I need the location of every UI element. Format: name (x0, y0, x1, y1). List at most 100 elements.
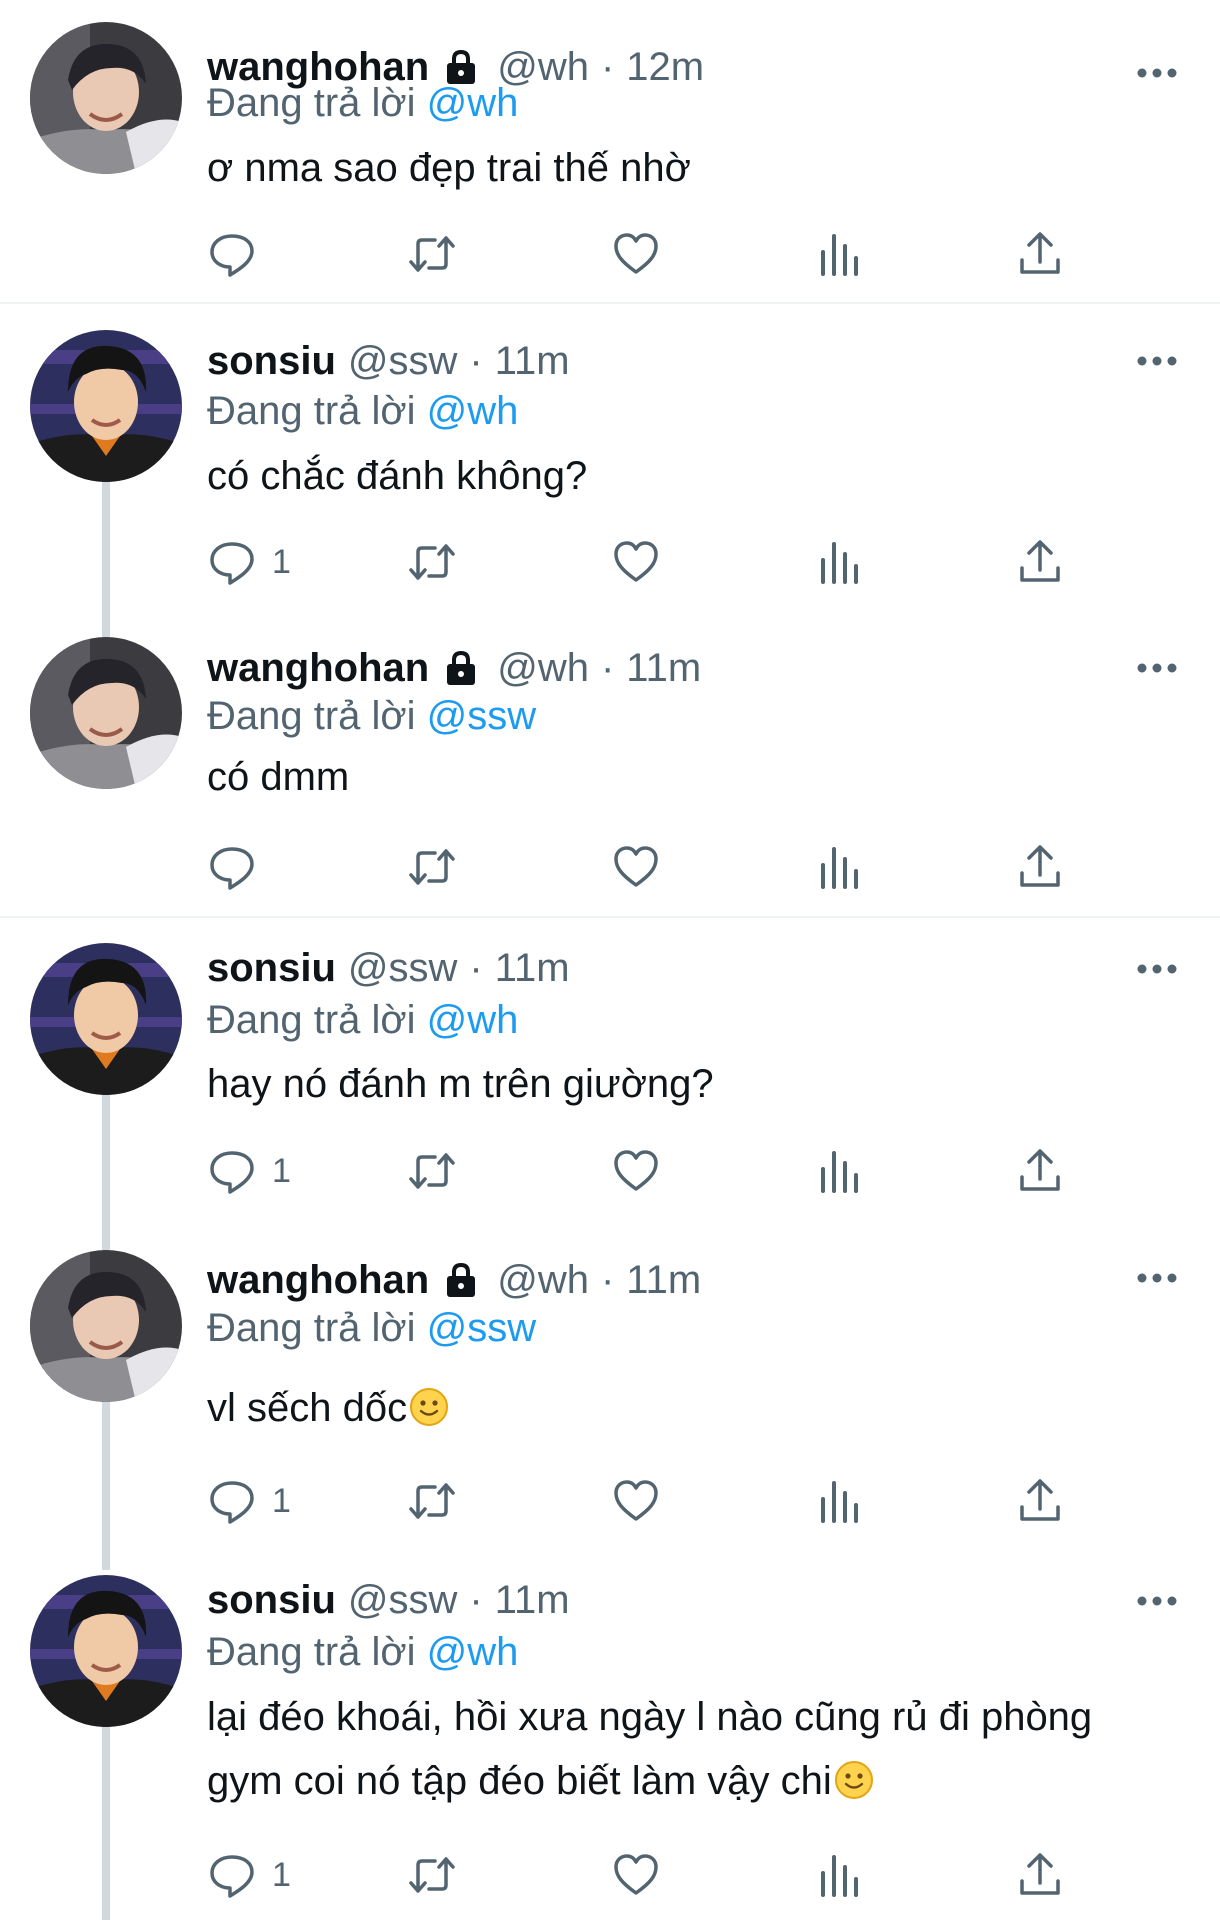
like-icon (614, 1150, 658, 1191)
share-button[interactable] (1016, 230, 1064, 278)
retweet-button[interactable] (408, 538, 456, 586)
tweet-text: hay nó đánh m trên giường? (207, 1052, 1182, 1116)
like-button[interactable] (612, 230, 660, 278)
more-icon[interactable] (1135, 351, 1179, 371)
separator-dot: · (469, 1577, 483, 1622)
like-icon (614, 233, 658, 274)
reply-button[interactable]: 1 (208, 1147, 291, 1195)
reply-button[interactable] (208, 843, 272, 891)
replying-prefix: Đang trả lời (207, 389, 416, 433)
avatar[interactable] (30, 943, 182, 1095)
replying-to: Đang trả lời @wh (207, 995, 518, 1045)
views-button[interactable] (816, 843, 864, 891)
tweet-text: vl sếch dốc (207, 1376, 1182, 1440)
like-button[interactable] (612, 1147, 660, 1195)
reply-button[interactable]: 1 (208, 538, 291, 586)
reply-button[interactable] (208, 230, 272, 278)
share-button[interactable] (1016, 1851, 1064, 1899)
retweet-button[interactable] (408, 1477, 456, 1525)
avatar[interactable] (30, 330, 182, 482)
avatar[interactable] (30, 637, 182, 789)
reply-count: 1 (272, 1481, 291, 1520)
views-button[interactable] (816, 230, 864, 278)
retweet-icon (409, 1483, 455, 1519)
views-button[interactable] (816, 1147, 864, 1195)
avatar[interactable] (30, 22, 182, 174)
tweet-text-line: có dmm (207, 755, 350, 799)
tweet-text-line-wrap: gym coi nó tập đéo biết làm vậy chi (207, 1749, 1182, 1813)
more-icon[interactable] (1135, 658, 1179, 678)
views-button[interactable] (816, 1851, 864, 1899)
more-icon[interactable] (1135, 1268, 1179, 1288)
username[interactable]: @ssw (348, 339, 458, 384)
retweet-button[interactable] (408, 1851, 456, 1899)
retweet-icon (409, 1857, 455, 1893)
timestamp[interactable]: 11m (626, 646, 701, 691)
more-icon[interactable] (1135, 63, 1179, 83)
replying-to: Đang trả lời @ssw (207, 691, 536, 741)
retweet-icon (409, 544, 455, 580)
retweet-button[interactable] (408, 843, 456, 891)
like-button[interactable] (612, 1477, 660, 1525)
retweet-icon (409, 236, 455, 272)
slightly-smiling-face-emoji (834, 1755, 874, 1799)
share-button[interactable] (1016, 843, 1064, 891)
replying-mention[interactable]: @wh (427, 81, 519, 125)
replying-mention[interactable]: @wh (427, 998, 519, 1042)
display-name[interactable]: sonsiu (207, 1578, 336, 1623)
tweet-header: wanghohan @wh · 11m (207, 1255, 701, 1305)
tweet-text-line: có chắc đánh không? (207, 454, 588, 498)
replying-mention[interactable]: @ssw (427, 1306, 537, 1350)
reply-icon (210, 234, 254, 277)
share-button[interactable] (1016, 538, 1064, 586)
reply-button[interactable]: 1 (208, 1477, 291, 1525)
replying-to: Đang trả lời @wh (207, 386, 518, 436)
display-name[interactable]: sonsiu (207, 946, 336, 991)
separator-dot: · (469, 945, 483, 990)
username[interactable]: @ssw (348, 946, 458, 991)
like-button[interactable] (612, 1851, 660, 1899)
more-icon[interactable] (1135, 959, 1179, 979)
replying-mention[interactable]: @wh (427, 389, 519, 433)
separator-dot: · (600, 645, 615, 690)
separator-dot: · (600, 1257, 615, 1302)
replying-prefix: Đang trả lời (207, 1306, 416, 1350)
reply-button[interactable]: 1 (208, 1851, 291, 1899)
replying-mention[interactable]: @wh (427, 1630, 519, 1674)
username[interactable]: @wh (497, 646, 589, 691)
replying-mention[interactable]: @ssw (427, 694, 537, 738)
timestamp[interactable]: 12m (626, 45, 704, 90)
views-icon (821, 234, 858, 276)
retweet-button[interactable] (408, 230, 456, 278)
share-button[interactable] (1016, 1477, 1064, 1525)
share-button[interactable] (1016, 1147, 1064, 1195)
timestamp[interactable]: 11m (626, 1258, 701, 1303)
views-button[interactable] (816, 538, 864, 586)
retweet-button[interactable] (408, 1147, 456, 1195)
tweet-text: lại đéo khoái, hồi xưa ngày l nào cũng r… (207, 1685, 1182, 1813)
display-name[interactable]: wanghohan (207, 1258, 429, 1303)
thread-line (102, 480, 110, 650)
timestamp[interactable]: 11m (495, 1578, 570, 1623)
avatar[interactable] (30, 1575, 182, 1727)
more-icon[interactable] (1135, 1591, 1179, 1611)
username[interactable]: @wh (497, 1258, 589, 1303)
username[interactable]: @ssw (348, 1578, 458, 1623)
display-name[interactable]: wanghohan (207, 646, 429, 691)
replying-prefix: Đang trả lời (207, 81, 416, 125)
timestamp[interactable]: 11m (495, 946, 570, 991)
display-name[interactable]: sonsiu (207, 339, 336, 384)
like-button[interactable] (612, 843, 660, 891)
like-button[interactable] (612, 538, 660, 586)
reply-icon (210, 1151, 254, 1194)
tweet-header: sonsiu @ssw · 11m (207, 1575, 570, 1625)
tweet-text-line: hay nó đánh m trên giường? (207, 1062, 714, 1106)
avatar[interactable] (30, 1250, 182, 1402)
tweet-header: sonsiu @ssw · 11m (207, 943, 570, 993)
reply-count: 1 (272, 542, 291, 581)
replying-to: Đang trả lời @wh (207, 1627, 518, 1677)
timestamp[interactable]: 11m (495, 339, 570, 384)
reply-count: 1 (272, 1855, 291, 1894)
retweet-icon (409, 849, 455, 885)
views-button[interactable] (816, 1477, 864, 1525)
